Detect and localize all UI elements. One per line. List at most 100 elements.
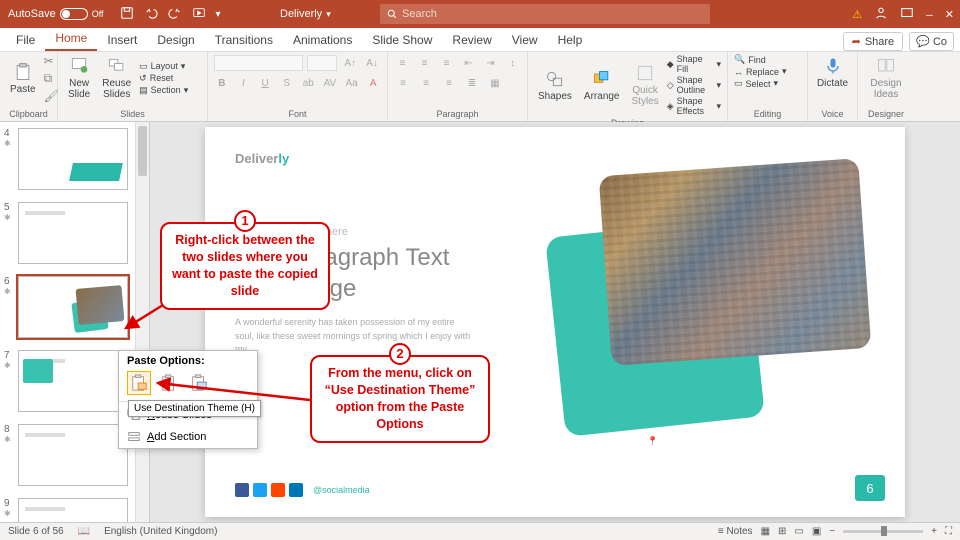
toggle-icon — [60, 8, 88, 20]
new-slide-button[interactable]: New Slide — [64, 54, 94, 102]
context-add-section[interactable]: Add Section — [119, 426, 257, 448]
status-bar: Slide 6 of 56 📖 English (United Kingdom)… — [0, 522, 960, 540]
ribbon-options-icon[interactable] — [900, 6, 914, 23]
slide-body[interactable]: A wonderful serenity has taken possessio… — [235, 316, 475, 357]
tab-insert[interactable]: Insert — [97, 29, 147, 51]
facebook-icon[interactable] — [235, 483, 249, 497]
shape-outline-button[interactable]: ◇ Shape Outline ▾ — [667, 75, 721, 95]
design-ideas-icon — [876, 56, 896, 76]
pinterest-icon[interactable] — [271, 483, 285, 497]
tab-transitions[interactable]: Transitions — [205, 29, 283, 51]
normal-view-icon[interactable]: ▦ — [761, 526, 770, 537]
social-handle: @socialmedia — [313, 485, 370, 495]
slide-counter[interactable]: Slide 6 of 56 — [8, 526, 64, 537]
copy-icon[interactable]: ⧉ — [44, 71, 59, 86]
callout-badge-2: 2 — [389, 343, 411, 365]
share-button[interactable]: ➦ Share — [843, 32, 904, 51]
window-controls: ⚠ — ✕ — [852, 6, 960, 23]
section-icon — [127, 430, 141, 444]
linkedin-icon[interactable] — [289, 483, 303, 497]
slide-canvas[interactable]: Deliverly Awesome Subtitle here One Para… — [205, 127, 905, 517]
close-icon[interactable]: ✕ — [945, 8, 954, 21]
callout-1: 1 Right-click between the two slides whe… — [160, 222, 330, 310]
search-placeholder: Search — [402, 8, 437, 20]
arrange-button[interactable]: Arrange — [580, 67, 624, 104]
sorter-view-icon[interactable]: ⊞ — [778, 526, 786, 537]
paste-options-header: Paste Options: — [119, 351, 257, 371]
redo-icon[interactable] — [168, 6, 182, 23]
replace-button[interactable]: ↔ Replace ▾ — [734, 66, 801, 77]
comments-button[interactable]: 💬 Co — [909, 32, 954, 51]
reuse-slides-icon — [107, 56, 127, 76]
account-icon[interactable] — [874, 6, 888, 23]
group-editing: Editing — [734, 107, 801, 119]
select-button[interactable]: ▭ Select ▾ — [734, 78, 801, 89]
save-icon[interactable] — [120, 6, 134, 23]
undo-icon[interactable] — [144, 6, 158, 23]
shape-fill-button[interactable]: ◆ Shape Fill ▾ — [667, 54, 721, 74]
reset-button[interactable]: ↺ Reset — [139, 73, 188, 84]
clipboard-icon — [13, 62, 33, 82]
zoom-slider[interactable] — [843, 530, 923, 533]
tab-slideshow[interactable]: Slide Show — [362, 29, 442, 51]
reading-view-icon[interactable]: ▭ — [794, 526, 803, 537]
tab-home[interactable]: Home — [45, 27, 97, 51]
qat-more-icon[interactable]: ▾ — [216, 9, 221, 20]
shapes-button[interactable]: Shapes — [534, 67, 576, 104]
dictate-button[interactable]: Dictate — [814, 54, 851, 91]
twitter-icon[interactable] — [253, 483, 267, 497]
section-button[interactable]: ▤ Section ▾ — [139, 85, 188, 96]
tab-animations[interactable]: Animations — [283, 29, 362, 51]
slideshow-view-icon[interactable]: ▣ — [812, 526, 821, 537]
paste-button[interactable]: Paste — [6, 60, 40, 97]
group-slides: Slides — [64, 107, 201, 119]
design-ideas-button[interactable]: Design Ideas — [864, 54, 908, 102]
arrange-icon — [592, 69, 612, 89]
format-painter-icon[interactable]: 🖌 — [44, 89, 59, 103]
use-destination-theme-option[interactable] — [127, 371, 151, 395]
warning-icon[interactable]: ⚠ — [852, 8, 862, 21]
tab-review[interactable]: Review — [442, 29, 501, 51]
tab-help[interactable]: Help — [548, 29, 593, 51]
autosave-label: AutoSave — [8, 8, 56, 20]
reuse-slides-button[interactable]: Reuse Slides — [98, 54, 135, 102]
social-icons: @socialmedia — [235, 483, 370, 497]
arrow-2 — [150, 378, 315, 408]
coordinates-label: 📍 -7.957468, 112.670850 — [647, 436, 755, 447]
thumbnail-4[interactable]: 4✱ — [0, 126, 149, 200]
group-voice: Voice — [814, 107, 851, 119]
minimize-icon[interactable]: — — [926, 8, 933, 21]
tab-design[interactable]: Design — [147, 29, 204, 51]
callout-2: 2 From the menu, click on “Use Destinati… — [310, 355, 490, 443]
start-icon[interactable] — [192, 6, 206, 23]
shape-effects-button[interactable]: ◈ Shape Effects ▾ — [667, 96, 721, 116]
page-number: 6 — [855, 475, 885, 501]
group-font: Font — [214, 107, 381, 119]
autosave-state: Off — [92, 9, 104, 19]
tab-view[interactable]: View — [502, 29, 548, 51]
spellcheck-icon[interactable]: 📖 — [78, 526, 90, 537]
zoom-in-icon[interactable]: + — [931, 526, 937, 537]
search-box[interactable]: Search — [380, 4, 710, 24]
thumbnail-5[interactable]: 5✱ — [0, 200, 149, 274]
document-name[interactable]: Deliverly ▾ — [280, 8, 331, 20]
tab-file[interactable]: File — [6, 29, 45, 51]
slide-image-card[interactable] — [585, 167, 865, 387]
zoom-out-icon[interactable]: − — [829, 526, 835, 537]
find-button[interactable]: 🔍 Find — [734, 54, 801, 65]
thumbnail-9[interactable]: 9✱ — [0, 496, 149, 522]
language-status[interactable]: English (United Kingdom) — [104, 526, 217, 537]
container-photo — [599, 158, 872, 366]
quick-styles-button[interactable]: Quick Styles — [628, 61, 663, 109]
shapes-icon — [545, 69, 565, 89]
notes-button[interactable]: ≡ Notes — [718, 526, 753, 537]
slide-edit-area[interactable]: Deliverly Awesome Subtitle here One Para… — [150, 122, 960, 522]
cut-icon[interactable]: ✂ — [44, 54, 59, 68]
group-designer: Designer — [864, 107, 908, 119]
new-slide-icon — [69, 56, 89, 76]
fit-window-icon[interactable]: ⛶ — [945, 526, 952, 537]
titlebar: AutoSave Off ▾ Deliverly ▾ Search ⚠ — ✕ — [0, 0, 960, 28]
layout-button[interactable]: ▭ Layout ▾ — [139, 61, 188, 72]
microphone-icon — [823, 56, 843, 76]
autosave-toggle[interactable]: AutoSave Off — [0, 8, 112, 20]
